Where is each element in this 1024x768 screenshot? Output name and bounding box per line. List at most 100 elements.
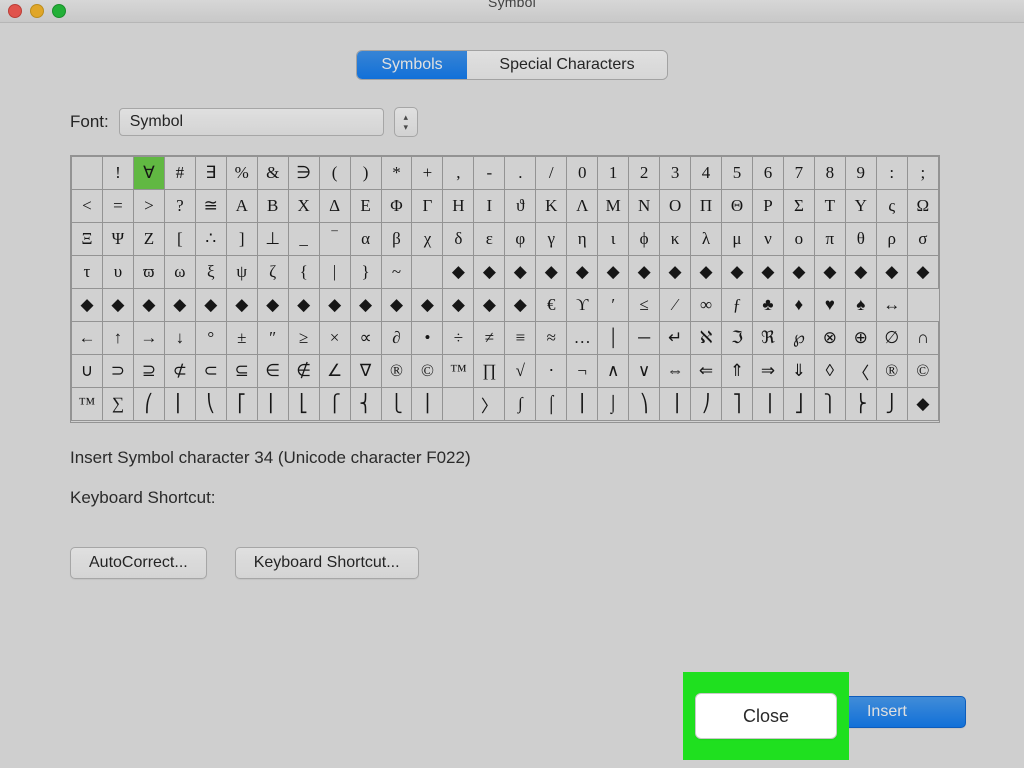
char-cell[interactable]: ⊄ [164,355,195,388]
font-dropdown[interactable]: Symbol [119,108,384,136]
char-cell[interactable]: ⋅ [536,355,567,388]
char-cell[interactable]: ⎮ [567,388,598,421]
char-cell[interactable]: ∠ [319,355,350,388]
char-cell[interactable]: υ [102,256,133,289]
char-cell[interactable]: ◆ [102,289,133,322]
char-cell[interactable]: { [288,256,319,289]
char-cell[interactable]: ↵ [660,322,691,355]
char-cell[interactable]: 4 [691,157,722,190]
char-cell[interactable]: € [536,289,567,322]
char-cell[interactable]: ϑ [505,190,536,223]
char-cell[interactable]: ≈ [536,322,567,355]
char-cell[interactable]: 9 [845,157,876,190]
char-cell[interactable]: → [133,322,164,355]
char-cell[interactable]: ∝ [350,322,381,355]
char-cell[interactable]: ⎬ [845,388,876,421]
char-cell[interactable]: γ [536,223,567,256]
char-cell[interactable]: Β [257,190,288,223]
char-cell[interactable]: σ [907,223,938,256]
char-cell[interactable]: ! [102,157,133,190]
char-cell[interactable]: μ [722,223,753,256]
char-cell[interactable]: 2 [629,157,660,190]
char-cell[interactable]: = [102,190,133,223]
char-cell[interactable]: ∅ [876,322,907,355]
char-cell[interactable]: ⇑ [722,355,753,388]
char-cell[interactable]: ◆ [567,256,598,289]
char-cell[interactable]: ◆ [845,256,876,289]
char-cell[interactable]: φ [505,223,536,256]
char-cell[interactable]: ∉ [288,355,319,388]
char-cell[interactable]: ◆ [722,256,753,289]
char-cell[interactable]: Ρ [752,190,783,223]
char-cell[interactable]: ⊗ [814,322,845,355]
char-cell[interactable]: + [412,157,443,190]
char-cell[interactable]: ⎠ [691,388,722,421]
char-cell[interactable]: Ο [660,190,691,223]
char-cell[interactable]: ≥ [288,322,319,355]
char-cell[interactable]: ⎪ [412,388,443,421]
char-cell[interactable]: Ι [474,190,505,223]
char-cell[interactable]: χ [412,223,443,256]
char-cell[interactable]: [ [164,223,195,256]
char-cell[interactable]: κ [660,223,691,256]
char-cell[interactable]: … [567,322,598,355]
char-cell[interactable]: ◆ [783,256,814,289]
char-cell[interactable]: ◆ [505,289,536,322]
char-cell[interactable]: ⎧ [319,388,350,421]
char-cell[interactable]: 8 [814,157,845,190]
char-cell[interactable]: ) [350,157,381,190]
char-cell[interactable]: ⎛ [133,388,164,421]
char-cell[interactable]: δ [443,223,474,256]
char-cell[interactable]: ? [164,190,195,223]
char-cell[interactable]: ∞ [691,289,722,322]
char-cell[interactable]: ≤ [629,289,660,322]
char-cell[interactable]: ⎞ [629,388,660,421]
char-cell[interactable]: ∴ [195,223,226,256]
char-cell[interactable]: ∪ [72,355,103,388]
char-cell[interactable]: 〈 [845,355,876,388]
char-cell[interactable]: ± [226,322,257,355]
char-cell[interactable]: ⊃ [102,355,133,388]
char-cell[interactable]: ♦ [783,289,814,322]
char-cell[interactable]: • [412,322,443,355]
char-cell[interactable]: ◆ [288,289,319,322]
char-cell[interactable]: / [536,157,567,190]
char-cell[interactable]: ϕ [629,223,660,256]
char-cell[interactable]: Η [443,190,474,223]
char-cell[interactable]: ◆ [350,289,381,322]
char-cell[interactable]: ∀ [133,157,164,190]
char-cell[interactable]: ◆ [505,256,536,289]
char-cell[interactable]: Ν [629,190,660,223]
char-cell[interactable]: Ζ [133,223,164,256]
char-cell[interactable]: α [350,223,381,256]
char-cell[interactable]: Π [691,190,722,223]
char-cell[interactable]: Ω [907,190,938,223]
char-cell[interactable]: ◆ [133,289,164,322]
char-cell[interactable]: ◆ [195,289,226,322]
char-cell[interactable]: ® [876,355,907,388]
char-cell[interactable]: ∨ [629,355,660,388]
char-cell[interactable]: ϖ [133,256,164,289]
char-cell[interactable]: ◆ [876,256,907,289]
char-cell[interactable]: ⎟ [660,388,691,421]
char-cell[interactable]: ⎣ [288,388,319,421]
char-cell[interactable]: ξ [195,256,226,289]
char-cell[interactable] [443,388,474,421]
char-cell[interactable]: ∩ [907,322,938,355]
char-cell[interactable]: ÷ [443,322,474,355]
char-cell[interactable]: ψ [226,256,257,289]
char-cell[interactable]: ↑ [102,322,133,355]
char-cell[interactable]: ≠ [474,322,505,355]
char-cell[interactable]: Τ [814,190,845,223]
close-button[interactable]: Close [695,693,837,739]
char-cell[interactable]: ≡ [505,322,536,355]
char-cell[interactable]: Ψ [102,223,133,256]
char-cell[interactable]: , [443,157,474,190]
char-cell[interactable]: ◆ [752,256,783,289]
char-cell[interactable]: ω [164,256,195,289]
char-cell[interactable]: ‾ [319,223,350,256]
char-cell[interactable]: ∂ [381,322,412,355]
char-cell[interactable]: Α [226,190,257,223]
char-cell[interactable]: ⇔ [660,355,691,388]
char-cell[interactable]: ⌠ [536,388,567,421]
